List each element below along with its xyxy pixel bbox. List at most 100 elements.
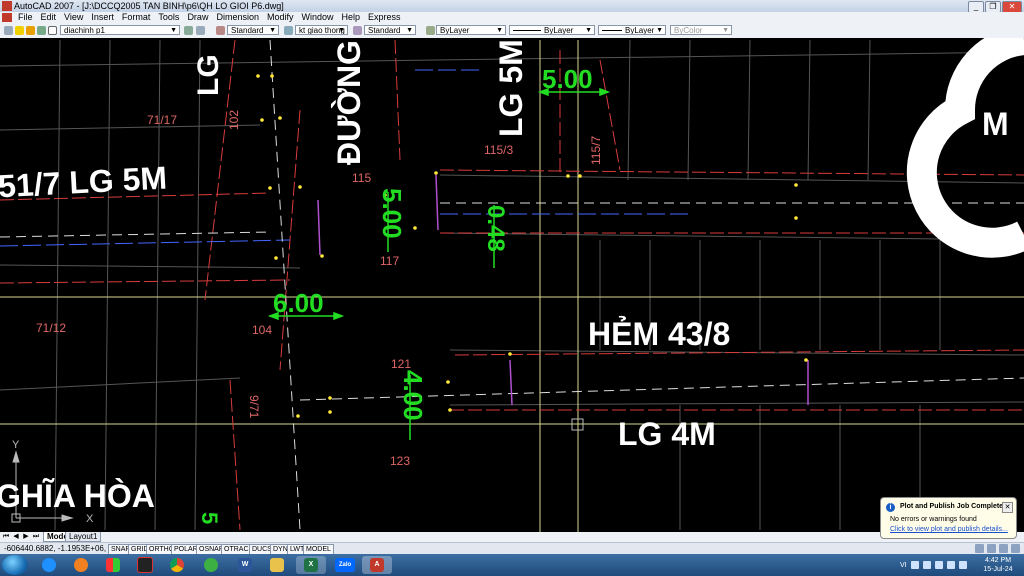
light-bulb-icon[interactable]	[15, 26, 24, 35]
windows-taskbar: W X Zalo A VI 4:42 PM 15-Jul-24	[0, 554, 1024, 576]
status-tray-icons	[975, 544, 1020, 553]
word-icon: W	[238, 558, 252, 572]
menu-dimension[interactable]: Dimension	[212, 12, 263, 23]
notification-title: Plot and Publish Job Complete	[900, 503, 1004, 510]
layout-tabs-bar: ⏮ ◀ ▶ ⏭ Model Layout1	[0, 532, 1024, 542]
street-label-m: M	[982, 106, 1009, 142]
chevron-down-icon: ▼	[338, 27, 345, 34]
lineweight-combo[interactable]: ByLayer ▼	[598, 25, 666, 35]
ucs-y-label: Y	[12, 439, 20, 451]
lot-number-9-71: 9/71	[247, 395, 261, 419]
autocad-app-icon[interactable]	[2, 1, 12, 11]
notification-details-link[interactable]: Click to view plot and publish details..…	[890, 526, 1008, 533]
taskbar-green-app[interactable]	[196, 556, 226, 574]
volume-icon[interactable]	[934, 561, 943, 569]
taskbar-excel[interactable]: X	[296, 556, 326, 574]
lot-number-71-17: 71/17	[147, 113, 177, 127]
menu-tools[interactable]: Tools	[154, 12, 183, 23]
linetype-combo[interactable]: ByLayer ▼	[509, 25, 595, 35]
dimension-0-48: 0.48	[482, 205, 509, 252]
linetype-value: ByLayer	[544, 26, 574, 35]
street-label-lg-vertical: LG	[192, 54, 225, 96]
properties-toolbar: diachinh p1 ▼ Standard ▼ kt giao thong ▼ St…	[0, 23, 1024, 39]
language-indicator[interactable]: VI	[900, 562, 907, 569]
cad-drawing: LG ĐƯỜNG LG 5M 51/7 LG 5M HẺM 43/8 LG 4M…	[0, 38, 1024, 532]
street-label-lg4m: LG 4M	[618, 416, 716, 452]
dim-style-icon[interactable]	[284, 26, 293, 35]
dimension-5-bottom: 5	[197, 512, 222, 524]
layer-manager-icon[interactable]	[4, 26, 13, 35]
chevron-down-icon: ▼	[269, 27, 276, 34]
taskbar-autocad[interactable]: A	[362, 556, 392, 574]
make-current-icon[interactable]	[184, 26, 193, 35]
first-tab-icon[interactable]: ⏮	[2, 533, 10, 541]
layer-previous-icon[interactable]	[196, 26, 205, 35]
dimension-lines	[267, 87, 611, 440]
text-style-combo[interactable]: Standard ▼	[227, 25, 279, 35]
text-style-icon[interactable]	[216, 26, 225, 35]
flag-icon[interactable]	[946, 561, 955, 569]
dimension-5-00-top: 5.00	[542, 64, 593, 94]
taskbar-ie[interactable]	[34, 556, 64, 574]
comm-center-icon[interactable]	[975, 544, 984, 553]
battery-icon[interactable]	[958, 561, 967, 569]
help-icon[interactable]	[910, 561, 919, 569]
system-tray: VI	[900, 556, 980, 574]
dimension-5-00-vertical: 5.00	[377, 188, 407, 239]
menu-file[interactable]: File	[14, 12, 37, 23]
dimension-6-00: 6.00	[273, 288, 324, 318]
title-bar: AutoCAD 2007 - [J:\DCCQ2005 TAN BINH\p6\…	[0, 0, 1024, 13]
sun-icon[interactable]	[26, 26, 35, 35]
lock-toolbar-icon[interactable]	[987, 544, 996, 553]
chevron-down-icon: ▼	[496, 27, 503, 34]
menu-draw[interactable]: Draw	[183, 12, 212, 23]
menu-view[interactable]: View	[60, 12, 87, 23]
menu-format[interactable]: Format	[118, 12, 155, 23]
notification-close-button[interactable]: ✕	[1002, 502, 1013, 513]
taskbar-word[interactable]: W	[230, 556, 260, 574]
color-combo[interactable]: ByLayer ▼	[436, 25, 506, 35]
menu-edit[interactable]: Edit	[37, 12, 61, 23]
plot-status-icon[interactable]	[999, 544, 1008, 553]
chevron-down-icon: ▼	[585, 27, 592, 34]
drawing-canvas[interactable]: LG ĐƯỜNG LG 5M 51/7 LG 5M HẺM 43/8 LG 4M…	[0, 38, 1024, 532]
ucs-x-label: X	[86, 513, 94, 525]
dim-style-combo[interactable]: kt giao thong ▼	[295, 25, 348, 35]
table-style-icon[interactable]	[353, 26, 362, 35]
menu-express[interactable]: Express	[364, 12, 405, 23]
lot-number-71-12: 71/12	[36, 321, 66, 335]
menu-window[interactable]: Window	[298, 12, 338, 23]
system-clock[interactable]: 4:42 PM 15-Jul-24	[978, 556, 1018, 574]
zalo-icon: Zalo	[335, 558, 355, 572]
taskbar-chrome[interactable]	[162, 556, 192, 574]
taskbar-media-player[interactable]	[66, 556, 96, 574]
tab-layout1[interactable]: Layout1	[65, 532, 102, 542]
excel-icon: X	[304, 558, 318, 572]
network-icon[interactable]	[922, 561, 931, 569]
menu-insert[interactable]: Insert	[87, 12, 118, 23]
document-menu-icon[interactable]	[2, 13, 12, 22]
taskbar-app[interactable]	[130, 556, 160, 574]
layer-combo[interactable]: diachinh p1 ▼	[60, 25, 180, 35]
color-control-icon[interactable]	[426, 26, 435, 35]
last-tab-icon[interactable]: ⏭	[32, 533, 40, 541]
plotstyle-value: ByColor	[674, 26, 703, 35]
lot-number-115: 115	[352, 171, 371, 185]
taskbar-windows[interactable]	[98, 556, 128, 574]
color-square-icon[interactable]	[48, 26, 57, 35]
prev-tab-icon[interactable]: ◀	[12, 533, 20, 541]
chevron-down-icon: ▼	[170, 27, 177, 34]
taskbar-zalo[interactable]: Zalo	[330, 556, 360, 574]
next-tab-icon[interactable]: ▶	[22, 533, 30, 541]
start-button[interactable]	[2, 555, 28, 575]
clean-screen-icon[interactable]	[1011, 544, 1020, 553]
plotstyle-combo[interactable]: ByColor ▼	[670, 25, 732, 35]
taskbar-folder[interactable]	[262, 556, 292, 574]
lock-icon[interactable]	[37, 26, 46, 35]
menu-modify[interactable]: Modify	[263, 12, 298, 23]
lot-number-117: 117	[380, 254, 399, 268]
table-style-combo[interactable]: Standard ▼	[364, 25, 416, 35]
chevron-down-icon: ▼	[722, 27, 729, 34]
dimension-4-00: 4.00	[398, 370, 428, 421]
menu-help[interactable]: Help	[338, 12, 365, 23]
